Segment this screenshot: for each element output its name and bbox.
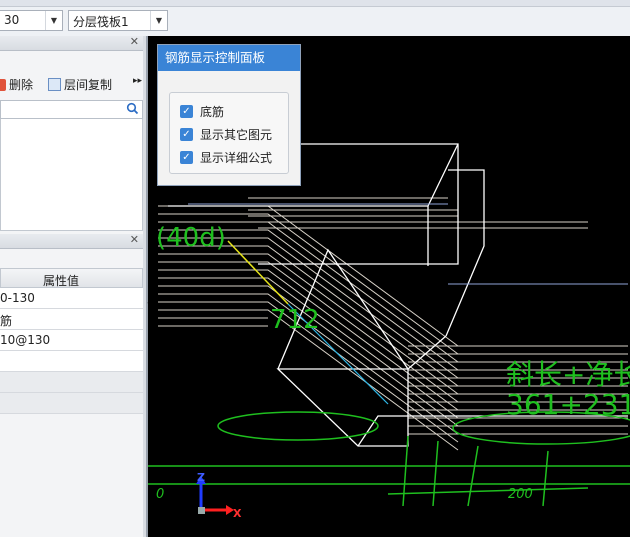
option-label: 底筋 [200, 105, 225, 119]
property-value: 10@130 [0, 333, 51, 347]
close-icon[interactable]: ✕ [130, 233, 139, 246]
left-sidebar: ✕ 删除 层间复制 ▸▸ ✕ 属性值 0-130 筋 10@130 [0, 35, 146, 537]
search-icon[interactable] [126, 102, 139, 115]
property-row[interactable] [0, 393, 143, 414]
rebar-display-control-panel: 钢筋显示控制面板 ✓ 底筋 ✓ 显示其它图元 ✓ 显示详细公式 [157, 44, 301, 186]
option-label: 显示其它图元 [200, 128, 273, 142]
property-row[interactable]: 筋 [0, 309, 143, 330]
checkbox-checked-icon[interactable]: ✓ [180, 105, 193, 118]
close-icon[interactable]: ✕ [130, 35, 139, 48]
copy-icon [48, 78, 61, 91]
chevron-down-icon[interactable]: ▼ [45, 11, 62, 30]
more-icon[interactable]: ▸▸ [133, 76, 142, 86]
property-row[interactable]: 10@130 [0, 330, 143, 351]
spacing-combo-value: 30 [4, 13, 20, 27]
top-toolbar: 30 ▼ 分层筏板1 ▼ [0, 0, 630, 37]
layer-combo[interactable]: 分层筏板1 ▼ [68, 10, 168, 31]
delete-button[interactable]: 删除 [0, 76, 33, 93]
ribbon-strip [0, 0, 630, 7]
option-label: 显示详细公式 [200, 151, 273, 165]
properties-grid-header: 属性值 [0, 268, 143, 288]
axis-x-label: X [233, 507, 242, 520]
delete-icon [0, 78, 6, 91]
dim-label-left: 0 [156, 487, 164, 502]
layer-combo-value: 分层筏板1 [73, 15, 129, 29]
formula-line-1: 斜长+净长 [506, 358, 630, 391]
component-list[interactable] [0, 119, 143, 231]
display-options-group: ✓ 底筋 ✓ 显示其它图元 ✓ 显示详细公式 [169, 92, 289, 174]
axis-z-label: Z [197, 471, 205, 484]
dim-label-right: 200 [508, 487, 533, 502]
property-value-header: 属性值 [43, 274, 80, 288]
search-input[interactable] [0, 100, 143, 119]
component-panel-header: ✕ [0, 35, 143, 51]
chevron-down-icon[interactable]: ▼ [150, 11, 167, 30]
axis-gizmo: Z X [196, 471, 242, 520]
checkbox-checked-icon[interactable]: ✓ [180, 151, 193, 164]
component-toolbar: 删除 层间复制 ▸▸ [0, 70, 143, 98]
checkbox-checked-icon[interactable]: ✓ [180, 128, 193, 141]
bottom-rebar-checkbox[interactable]: ✓ 底筋 [180, 103, 224, 120]
property-row[interactable] [0, 351, 143, 372]
property-value: 筋 [0, 314, 13, 328]
properties-panel-header: ✕ [0, 233, 143, 249]
copy-between-floors-button[interactable]: 层间复制 [48, 76, 112, 93]
spacing-combo[interactable]: 30 ▼ [0, 10, 63, 31]
label-712: 712 [270, 305, 320, 335]
property-value: 0-130 [0, 291, 35, 305]
show-other-elements-checkbox[interactable]: ✓ 显示其它图元 [180, 126, 272, 143]
property-row[interactable]: 0-130 [0, 288, 143, 309]
property-row[interactable] [0, 372, 143, 393]
panel-title: 钢筋显示控制面板 [158, 45, 300, 71]
show-detailed-formula-checkbox[interactable]: ✓ 显示详细公式 [180, 149, 272, 166]
delete-label: 删除 [9, 78, 34, 92]
formula-line-2: 361+2318 [506, 388, 630, 421]
label-40d: (40d) [156, 223, 226, 253]
copy-label: 层间复制 [64, 78, 113, 92]
